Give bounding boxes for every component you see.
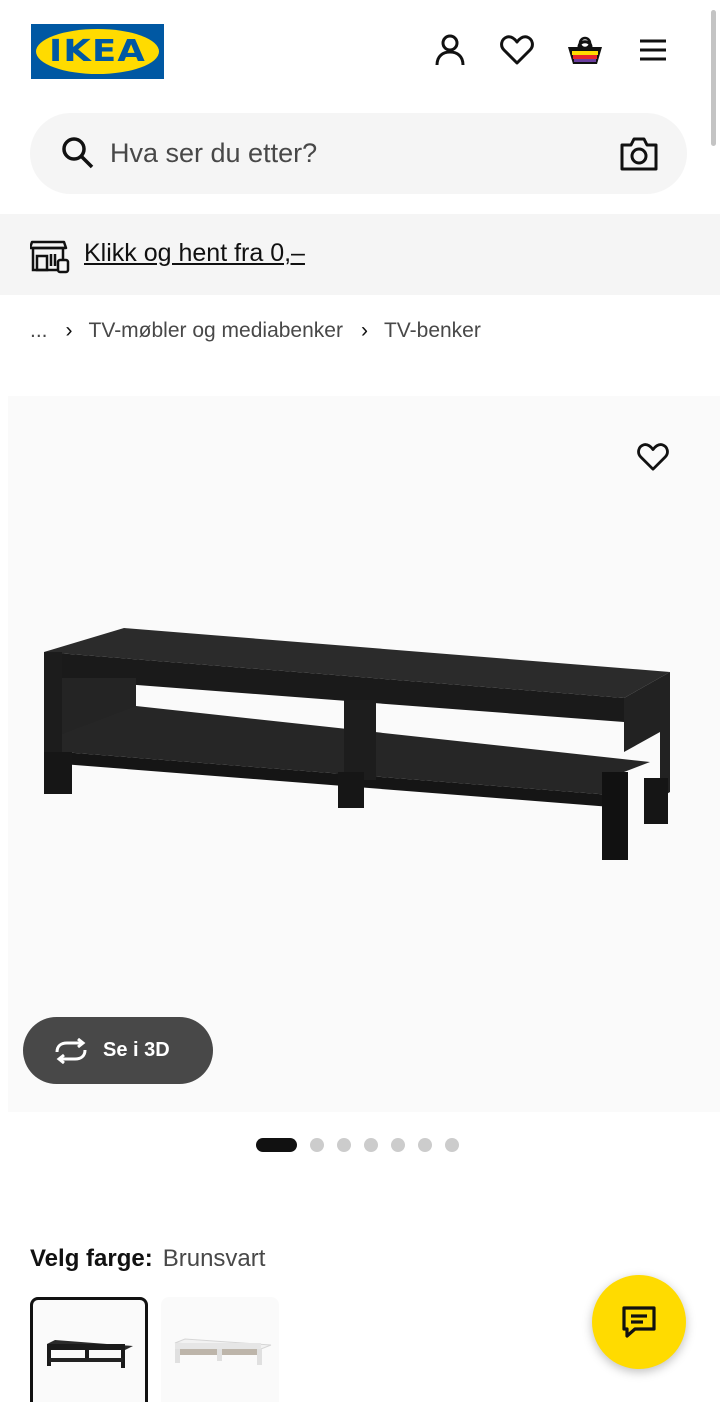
carousel-dot-3[interactable] (337, 1138, 351, 1152)
chat-icon (622, 1306, 656, 1338)
breadcrumb-ellipsis[interactable]: ... (30, 319, 48, 343)
heart-icon (637, 443, 669, 471)
add-to-favourites-button[interactable] (630, 434, 676, 480)
carousel-dot-7[interactable] (445, 1138, 459, 1152)
carousel-dot-4[interactable] (364, 1138, 378, 1152)
breadcrumb-separator: › (65, 319, 73, 342)
search-icon[interactable] (60, 135, 96, 171)
breadcrumb-item-tv-benker[interactable]: TV-benker (384, 319, 481, 343)
tv-bench-black-brown-thumbnail (47, 1340, 133, 1368)
click-collect-banner: Klikk og hent fra 0,– (0, 214, 720, 295)
black-brown-swatch[interactable] (30, 1297, 148, 1402)
tv-bench-white-thumbnail (174, 1338, 272, 1365)
carousel-dot-2[interactable] (310, 1138, 324, 1152)
see-in-3d-label: Se i 3D (103, 1039, 170, 1061)
click-collect-link[interactable]: Klikk og hent fra 0,– (84, 236, 305, 270)
image-carousel-dots (256, 1138, 472, 1152)
breadcrumb-item-tv-mobler[interactable]: TV-møbler og mediabenker (89, 319, 343, 343)
color-selected-value: Brunsvart (162, 1245, 266, 1272)
ikea-logo[interactable]: IKEA (31, 24, 164, 79)
store-icon (30, 240, 70, 274)
chat-button[interactable] (592, 1275, 686, 1369)
carousel-dot-6[interactable] (418, 1138, 432, 1152)
breadcrumb-separator: › (360, 319, 368, 342)
breadcrumb: ... › TV-møbler og mediabenker › TV-benk… (30, 314, 481, 348)
heart-icon[interactable] (497, 30, 537, 70)
camera-icon[interactable] (619, 135, 659, 173)
menu-icon[interactable] (633, 30, 673, 70)
shopping-bag-icon[interactable] (565, 30, 605, 70)
search-input[interactable] (110, 113, 610, 194)
carousel-dot-5[interactable] (391, 1138, 405, 1152)
user-icon[interactable] (430, 30, 470, 70)
rotate-3d-icon (55, 1037, 87, 1064)
color-label-title: Velg farge: (30, 1245, 153, 1272)
white-swatch[interactable] (161, 1297, 279, 1402)
carousel-dot-1[interactable] (256, 1138, 297, 1152)
logo-text: IKEA (49, 34, 146, 69)
product-image-tv-bench[interactable] (40, 622, 680, 872)
site-header: IKEA (0, 0, 720, 105)
see-in-3d-button[interactable]: Se i 3D (23, 1017, 213, 1084)
color-selector-label: Velg farge: Brunsvart (30, 1244, 265, 1274)
search-bar (30, 113, 687, 194)
